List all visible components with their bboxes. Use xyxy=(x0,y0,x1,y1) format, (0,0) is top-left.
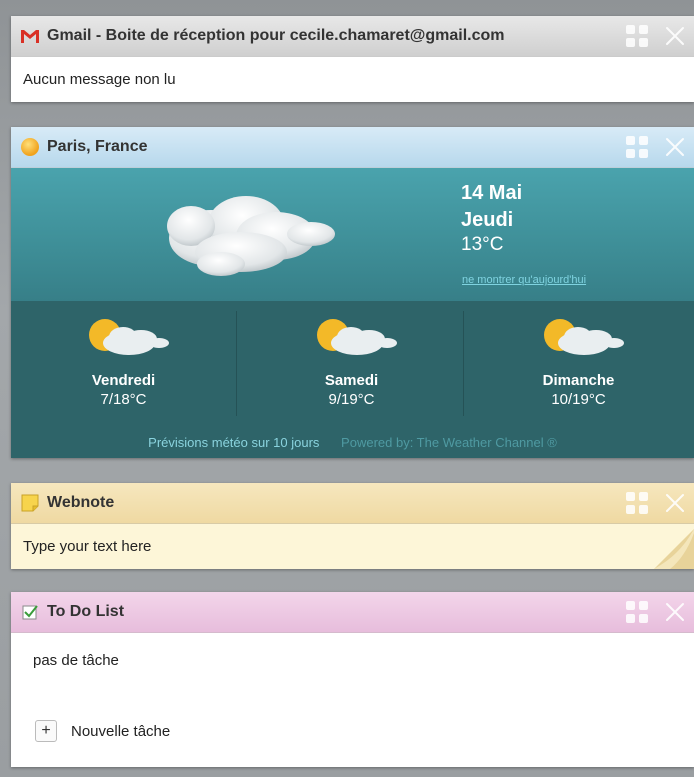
weather-today-date: 14 Mai Jeudi xyxy=(461,180,522,234)
drag-handle-icon[interactable] xyxy=(626,25,648,47)
partly-sunny-icon xyxy=(316,319,397,355)
weather-today-daymonth: 14 Mai xyxy=(461,182,523,204)
cloud-icon xyxy=(167,196,335,276)
show-today-only-link[interactable]: ne montrer qu'aujourd'hui xyxy=(462,274,586,286)
weather-widget-header[interactable]: Paris, France xyxy=(11,127,694,168)
sun-icon xyxy=(21,138,39,156)
forecast-day-name: Vendredi xyxy=(91,372,156,389)
forecast-day-temperature: 10/19°C xyxy=(551,391,606,408)
gmail-icon xyxy=(21,30,39,43)
webnote-widget-header[interactable]: Webnote xyxy=(11,483,694,524)
todo-title: To Do List xyxy=(47,603,125,620)
forecast-divider xyxy=(236,311,237,416)
weather-forecast: Vendredi 7/18°C Samedi 9/19°C Dimanche 1… xyxy=(11,301,694,458)
close-icon[interactable] xyxy=(664,492,686,514)
gmail-widget-title: Gmail - Boite de réception pour cecile.c… xyxy=(47,27,505,44)
forecast-day: Dimanche 10/19°C xyxy=(466,301,691,427)
gmail-widget-header[interactable]: Gmail - Boite de réception pour cecile.c… xyxy=(11,16,694,57)
ten-day-forecast-link[interactable]: Prévisions météo sur 10 jours xyxy=(148,435,319,450)
plus-icon: + xyxy=(35,720,57,742)
drag-handle-icon[interactable] xyxy=(626,601,648,623)
weather-widget: Paris, France 14 Mai Jeudi 13°C ne montr… xyxy=(11,127,694,458)
forecast-day: Vendredi 7/18°C xyxy=(11,301,236,427)
gmail-widget: Gmail - Boite de réception pour cecile.c… xyxy=(11,16,694,102)
partly-sunny-icon xyxy=(88,319,169,355)
note-icon xyxy=(21,494,39,512)
weather-today-temperature: 13°C xyxy=(461,234,504,255)
checkbox-icon xyxy=(22,605,38,620)
forecast-day-name: Dimanche xyxy=(542,372,615,389)
gmail-status: Aucun message non lu xyxy=(23,71,176,88)
todo-widget-header[interactable]: To Do List xyxy=(11,592,694,633)
forecast-divider xyxy=(463,311,464,416)
weather-today: 14 Mai Jeudi 13°C ne montrer qu'aujourd'… xyxy=(11,168,694,301)
forecast-day-name: Samedi xyxy=(324,372,379,389)
weather-location: Paris, France xyxy=(47,138,148,155)
close-icon[interactable] xyxy=(664,136,686,158)
todo-empty-message: pas de tâche xyxy=(33,652,119,669)
powered-by-text: Powered by: The Weather Channel ® xyxy=(341,435,557,450)
webnote-widget: Webnote Type your text here xyxy=(11,483,694,569)
todo-widget: To Do List pas de tâche + Nouvelle tâche xyxy=(11,592,694,767)
add-task-button[interactable]: + Nouvelle tâche xyxy=(35,720,170,742)
weather-footer: Prévisions météo sur 10 jours Powered by… xyxy=(11,435,694,450)
webnote-text-area[interactable]: Type your text here xyxy=(11,524,694,569)
weather-today-weekday: Jeudi xyxy=(461,209,514,231)
partly-sunny-icon xyxy=(543,319,624,355)
forecast-day-temperature: 7/18°C xyxy=(100,391,147,408)
close-icon[interactable] xyxy=(664,601,686,623)
forecast-day: Samedi 9/19°C xyxy=(239,301,464,427)
drag-handle-icon[interactable] xyxy=(626,492,648,514)
drag-handle-icon[interactable] xyxy=(626,136,648,158)
page-curl-icon xyxy=(654,529,694,569)
forecast-day-temperature: 9/19°C xyxy=(328,391,375,408)
add-task-label: Nouvelle tâche xyxy=(71,722,171,740)
close-icon[interactable] xyxy=(664,25,686,47)
webnote-title: Webnote xyxy=(47,494,115,511)
